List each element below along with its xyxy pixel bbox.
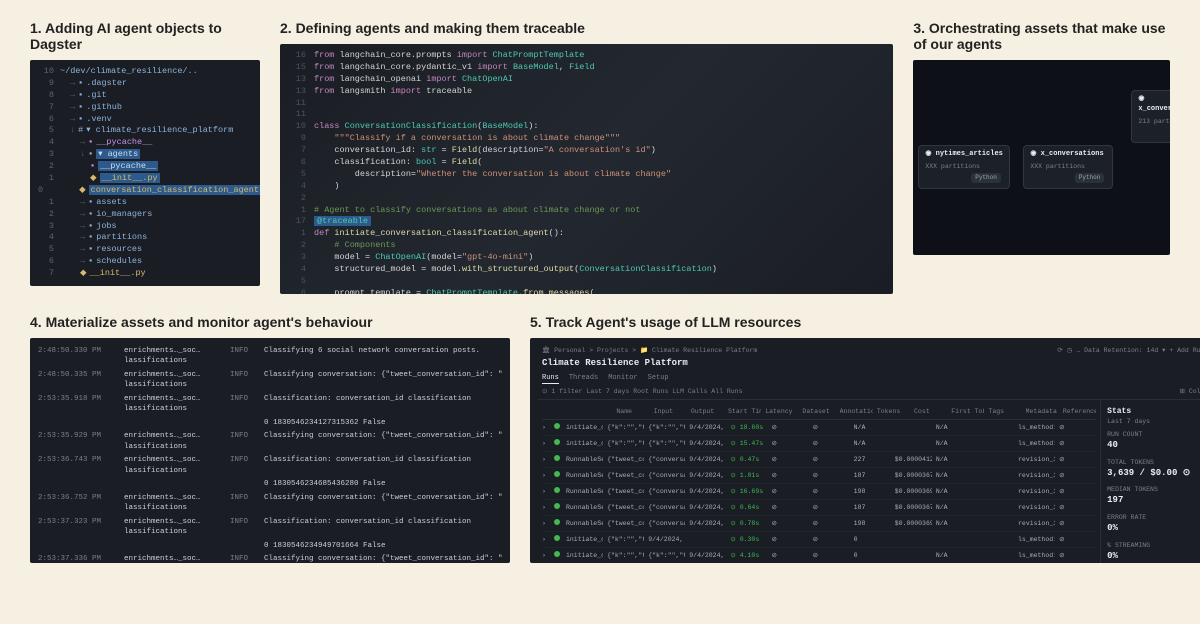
- file-tree-item[interactable]: →▪.github: [60, 102, 122, 114]
- trace-row[interactable]: ›RunnableSequence{"tweet_conversation…{"…: [542, 500, 1096, 516]
- log-row: 2:53:37.323 PMenrichments…_soc…lassifica…: [38, 515, 502, 539]
- file-tree-item[interactable]: →▪io_managers: [60, 209, 152, 221]
- panel-1: 1. Adding AI agent objects to Dagster 10…: [30, 20, 260, 294]
- file-tree-item[interactable]: →▪partitions: [60, 232, 147, 244]
- file-tree-item[interactable]: →▪__pycache__: [60, 137, 152, 149]
- file-tree-item[interactable]: ↓#▾ climate_resilience_platform: [60, 125, 233, 137]
- code-line: def initiate_conversation_classification…: [314, 228, 564, 240]
- code-line: from langchain_openai import ChatOpenAI: [314, 74, 513, 86]
- code-line: """Classify if a conversation is about c…: [314, 133, 620, 145]
- code-line: from langchain_core.pydantic_v1 import B…: [314, 62, 595, 74]
- graph-node-nytimes[interactable]: ◉ nytimes_articlesXXX partitionsPython: [918, 145, 1010, 189]
- file-tree-item[interactable]: ◆__init__.py: [60, 173, 160, 185]
- file-tree-item[interactable]: ▪__pycache__: [60, 161, 158, 173]
- panel-5: 5. Track Agent's usage of LLM resources …: [530, 314, 1200, 563]
- log-row: 0 1830546234127315362 False: [38, 416, 502, 430]
- code-line: # Agent to classify conversations as abo…: [314, 205, 640, 217]
- panel-5-title: 5. Track Agent's usage of LLM resources: [530, 314, 1200, 330]
- stats-sidebar: Stats Last 7 days RUN COUNT40 TOTAL TOKE…: [1100, 400, 1200, 563]
- file-tree-item[interactable]: ◆__init__.py: [60, 268, 146, 280]
- log-row: 2:53:37.336 PMenrichments…_soc…lassifica…: [38, 553, 502, 564]
- log-row: 2:48:50.335 PMenrichments…_soc…lassifica…: [38, 368, 502, 392]
- trace-row[interactable]: ›initiate_conversation_cla…{"k":"","type…: [542, 532, 1096, 548]
- log-row: 2:53:36.752 PMenrichments…_soc…lassifica…: [38, 491, 502, 515]
- header-actions[interactable]: ⟳ ◷ … Data Retention: 14d ▾ + Add Rule √: [1057, 346, 1200, 355]
- project-title: Climate Resilience Platform: [542, 357, 1200, 370]
- log-viewer: 2:48:50.330 PMenrichments…_soc…lassifica…: [30, 338, 510, 563]
- trace-row[interactable]: ›initiate_conversation_cla…{"k":"","type…: [542, 420, 1096, 436]
- file-tree-item[interactable]: →▪.dagster: [60, 78, 127, 90]
- code-line: from langchain_core.prompts import ChatP…: [314, 50, 584, 62]
- code-line: class ConversationClassification(BaseMod…: [314, 121, 538, 133]
- tab-setup[interactable]: Setup: [648, 374, 669, 385]
- panel-3-title: 3. Orchestrating assets that make use of…: [913, 20, 1170, 52]
- log-row: 0 1830546234685436280 False: [38, 478, 502, 492]
- log-row: 2:53:36.743 PMenrichments…_soc…lassifica…: [38, 454, 502, 478]
- tab-runs[interactable]: Runs: [542, 374, 559, 385]
- trace-row[interactable]: ›initiate_conversation_cla…{"k":"","type…: [542, 436, 1096, 452]
- code-line: description="Whether the conversation is…: [314, 169, 671, 181]
- trace-row[interactable]: ›RunnableSequence{"tweet_conversation…{"…: [542, 516, 1096, 532]
- trace-row[interactable]: ›RunnableSequence{"tweet_conversation…{"…: [542, 452, 1096, 468]
- asset-graph[interactable]: ◉ nytimes_articlesXXX partitionsPython ◉ …: [913, 60, 1170, 255]
- ls-header: ⟳ ◷ … Data Retention: 14d ▾ + Add Rule √…: [538, 344, 1200, 400]
- trace-table: NameInputOutputStart TimeLatencyDatasetA…: [538, 400, 1100, 563]
- code-line: conversation_id: str = Field(description…: [314, 145, 656, 157]
- panel-2-title: 2. Defining agents and making them trace…: [280, 20, 893, 36]
- file-tree-item[interactable]: →▪schedules: [60, 256, 142, 268]
- log-row: 2:48:50.330 PMenrichments…_soc…lassifica…: [38, 344, 502, 368]
- file-tree-item[interactable]: →▪jobs: [60, 221, 117, 233]
- panel-4-title: 4. Materialize assets and monitor agent'…: [30, 314, 510, 330]
- graph-node-xpost[interactable]: ◉ x_conversation_posts213 partitionsPyth…: [1131, 90, 1170, 143]
- log-row: 0 1830546234949701664 False: [38, 539, 502, 553]
- panel-1-title: 1. Adding AI agent objects to Dagster: [30, 20, 260, 52]
- trace-row[interactable]: ›initiate_conversation_cla…{"k":"","type…: [542, 548, 1096, 563]
- file-tree-item[interactable]: ~/dev/climate_resilience/..: [60, 66, 198, 78]
- filters-bar[interactable]: ⊙ 1 filter Last 7 days Root Runs LLM Cal…: [542, 388, 742, 395]
- code-line: model = ChatOpenAI(model="gpt-4o-mini"): [314, 252, 533, 264]
- code-line: classification: bool = Field(: [314, 157, 482, 169]
- code-line: @traceable: [314, 216, 371, 228]
- panel-4: 4. Materialize assets and monitor agent'…: [30, 314, 510, 563]
- code-line: prompt_template = ChatPromptTemplate.fro…: [314, 288, 595, 294]
- file-tree-item[interactable]: →▪resources: [60, 244, 142, 256]
- log-row: 2:53:35.918 PMenrichments…_soc…lassifica…: [38, 392, 502, 416]
- trace-row[interactable]: ›RunnableSequence{"tweet_conversation…{"…: [542, 468, 1096, 484]
- log-row: 2:53:35.929 PMenrichments…_soc…lassifica…: [38, 430, 502, 454]
- code-editor: 16from langchain_core.prompts import Cha…: [280, 44, 893, 294]
- file-tree-item[interactable]: →▪.venv: [60, 114, 112, 126]
- code-line: structured_model = model.with_structured…: [314, 264, 717, 276]
- panel-3: 3. Orchestrating assets that make use of…: [913, 20, 1170, 294]
- code-line: ): [314, 181, 340, 193]
- file-tree-item[interactable]: ◆conversation_classification_agent.py: [49, 185, 260, 197]
- file-tree-item[interactable]: →▪.git: [60, 90, 107, 102]
- graph-node-xconv[interactable]: ◉ x_conversationsXXX partitionsPython: [1023, 145, 1113, 189]
- file-tree: 10~/dev/climate_resilience/..9→▪.dagster…: [30, 60, 260, 286]
- code-line: # Components: [314, 240, 396, 252]
- columns-button[interactable]: ⊞ Columns: [1179, 387, 1200, 396]
- tab-threads[interactable]: Threads: [569, 374, 598, 385]
- langsmith-panel[interactable]: ⟳ ◷ … Data Retention: 14d ▾ + Add Rule √…: [530, 338, 1200, 563]
- tab-monitor[interactable]: Monitor: [608, 374, 637, 385]
- file-tree-item[interactable]: →▪assets: [60, 197, 127, 209]
- code-line: from langsmith import traceable: [314, 86, 472, 98]
- panel-2: 2. Defining agents and making them trace…: [280, 20, 893, 294]
- file-tree-item[interactable]: ↓▪▾ agents: [60, 149, 140, 161]
- trace-row[interactable]: ›RunnableSequence{"tweet_conversation…{"…: [542, 484, 1096, 500]
